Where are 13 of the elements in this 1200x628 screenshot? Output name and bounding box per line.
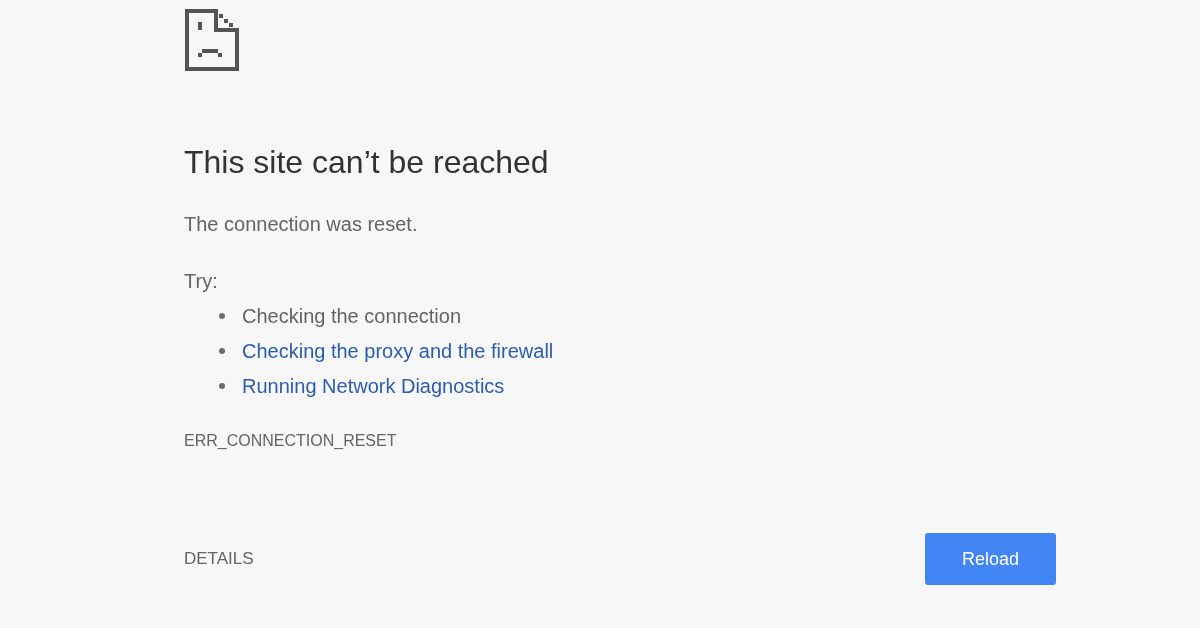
- error-message: The connection was reset.: [184, 212, 418, 236]
- bullet-icon: [219, 382, 225, 389]
- error-title: This site can’t be reached: [184, 143, 549, 181]
- suggestion-text: Checking the connection: [242, 303, 462, 328]
- bullet-icon: [219, 347, 225, 354]
- bullet-icon: [219, 312, 225, 319]
- suggestion-link[interactable]: Running Network Diagnostics: [242, 373, 505, 398]
- suggestion-link[interactable]: Checking the proxy and the firewall: [242, 338, 554, 363]
- details-button[interactable]: DETAILS: [184, 545, 254, 573]
- error-code: ERR_CONNECTION_RESET: [184, 431, 397, 451]
- reload-button[interactable]: Reload: [925, 533, 1056, 585]
- suggestions-heading: Try:: [184, 269, 218, 293]
- sad-page-icon: [184, 8, 240, 72]
